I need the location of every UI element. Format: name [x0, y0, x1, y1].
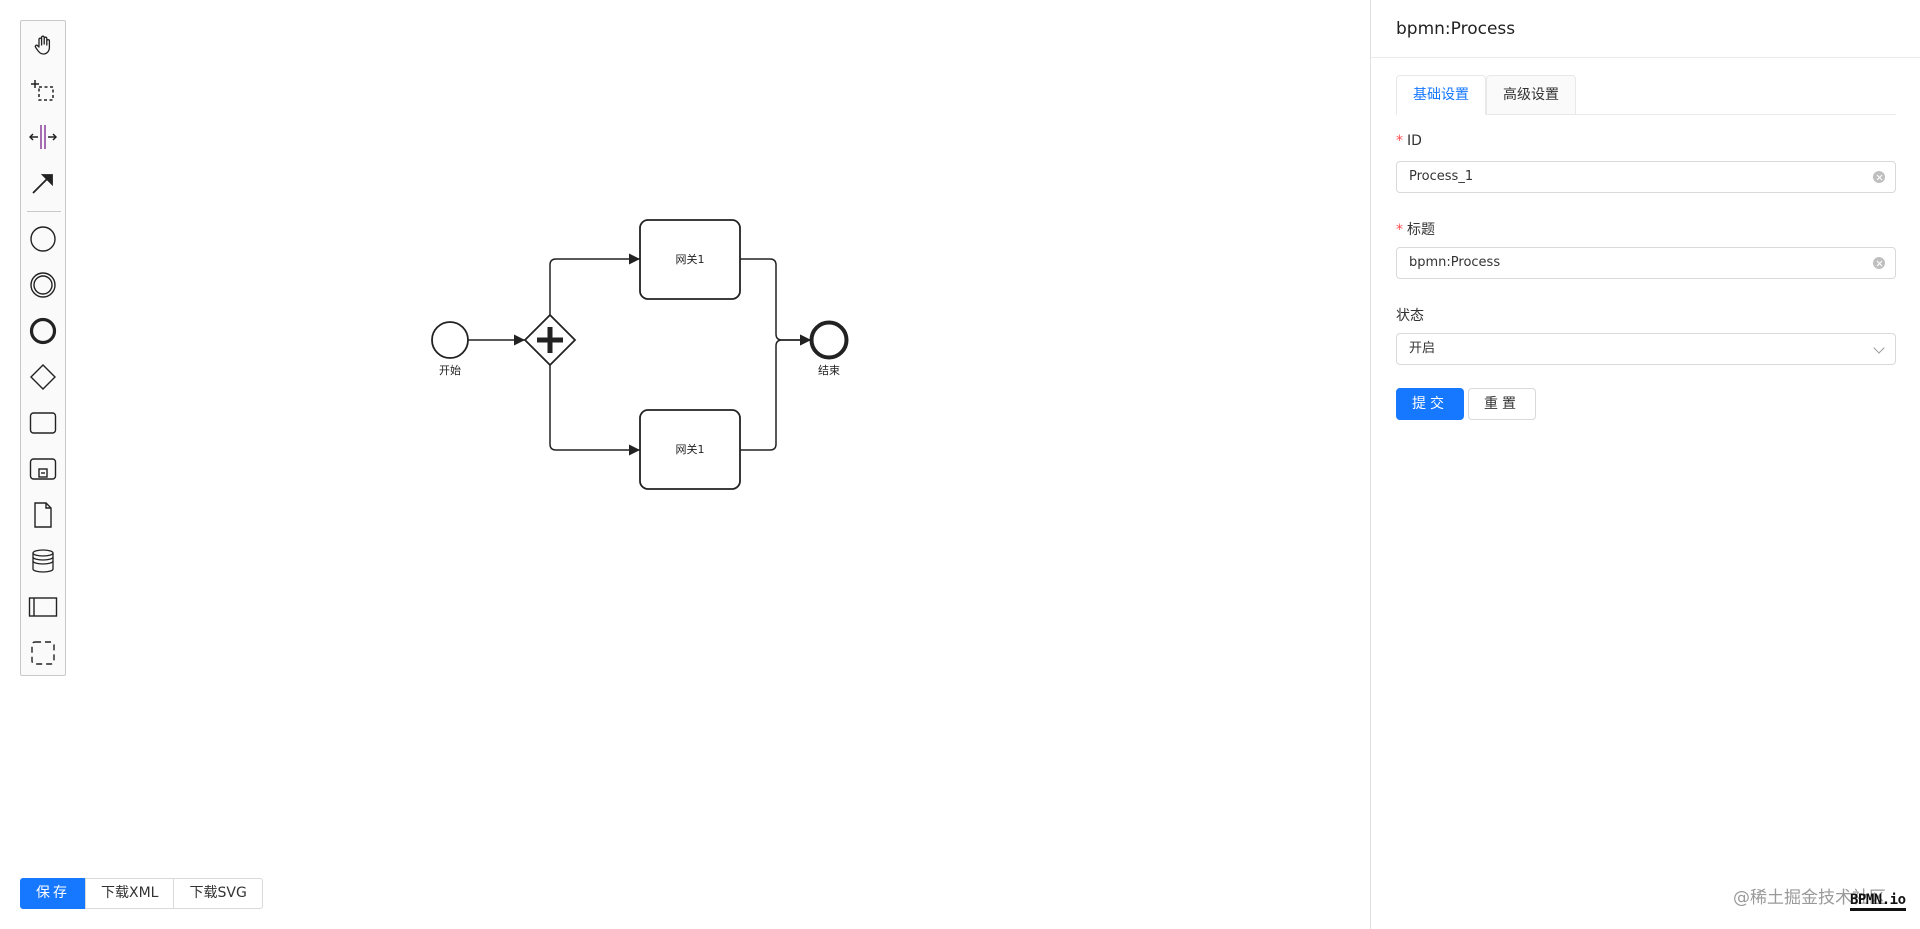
id-field-label: * ID [1396, 133, 1422, 149]
task-2-label: 网关1 [676, 442, 705, 456]
panel-title: bpmn:Process [1371, 0, 1920, 58]
status-select[interactable]: 开启 [1396, 333, 1896, 365]
save-button[interactable]: 保存 [20, 878, 86, 909]
sequence-flow-task2-end[interactable] [740, 334, 811, 451]
sequence-flow-gateway-task1[interactable] [549, 253, 640, 316]
task-1-label: 网关1 [676, 252, 705, 266]
end-event-label: 结束 [818, 364, 840, 377]
panel-tabs: 基础设置 高级设置 [1396, 75, 1896, 115]
sequence-flow-task1-end[interactable] [740, 258, 811, 346]
id-input[interactable]: Process_1 [1396, 161, 1896, 193]
parallel-gateway[interactable] [523, 313, 577, 367]
required-mark: * [1396, 133, 1403, 149]
status-field-label: 状态 [1396, 308, 1424, 324]
modeler-canvas[interactable]: 开始 网关1 网关1 结束 保存 下载XML 下载SVG [0, 0, 1370, 929]
clear-icon[interactable] [1873, 257, 1885, 269]
start-event[interactable] [431, 321, 469, 359]
title-field-label: * 标题 [1396, 222, 1435, 238]
chevron-down-icon [1873, 342, 1885, 354]
tab-advanced-settings[interactable]: 高级设置 [1486, 75, 1576, 115]
required-mark: * [1396, 222, 1403, 238]
start-event-label: 开始 [439, 363, 461, 377]
reset-button[interactable]: 重置 [1468, 388, 1536, 420]
bottom-toolbar: 保存 下载XML 下载SVG [20, 878, 263, 909]
tab-basic-settings[interactable]: 基础设置 [1396, 75, 1486, 115]
download-svg-button[interactable]: 下载SVG [173, 878, 263, 909]
bpmn-diagram[interactable]: 开始 网关1 网关1 结束 [0, 0, 1370, 929]
submit-button[interactable]: 提交 [1396, 388, 1464, 420]
download-xml-button[interactable]: 下载XML [85, 878, 175, 909]
sequence-flow-gateway-task2[interactable] [549, 364, 640, 456]
properties-panel: bpmn:Process 基础设置 高级设置 * ID Process_1 * 标题… [1370, 0, 1920, 929]
title-input[interactable]: bpmn:Process [1396, 247, 1896, 279]
end-event[interactable] [809, 320, 849, 360]
bpmn-io-logo[interactable]: BPMN.io [1850, 892, 1906, 911]
clear-icon[interactable] [1873, 171, 1885, 183]
